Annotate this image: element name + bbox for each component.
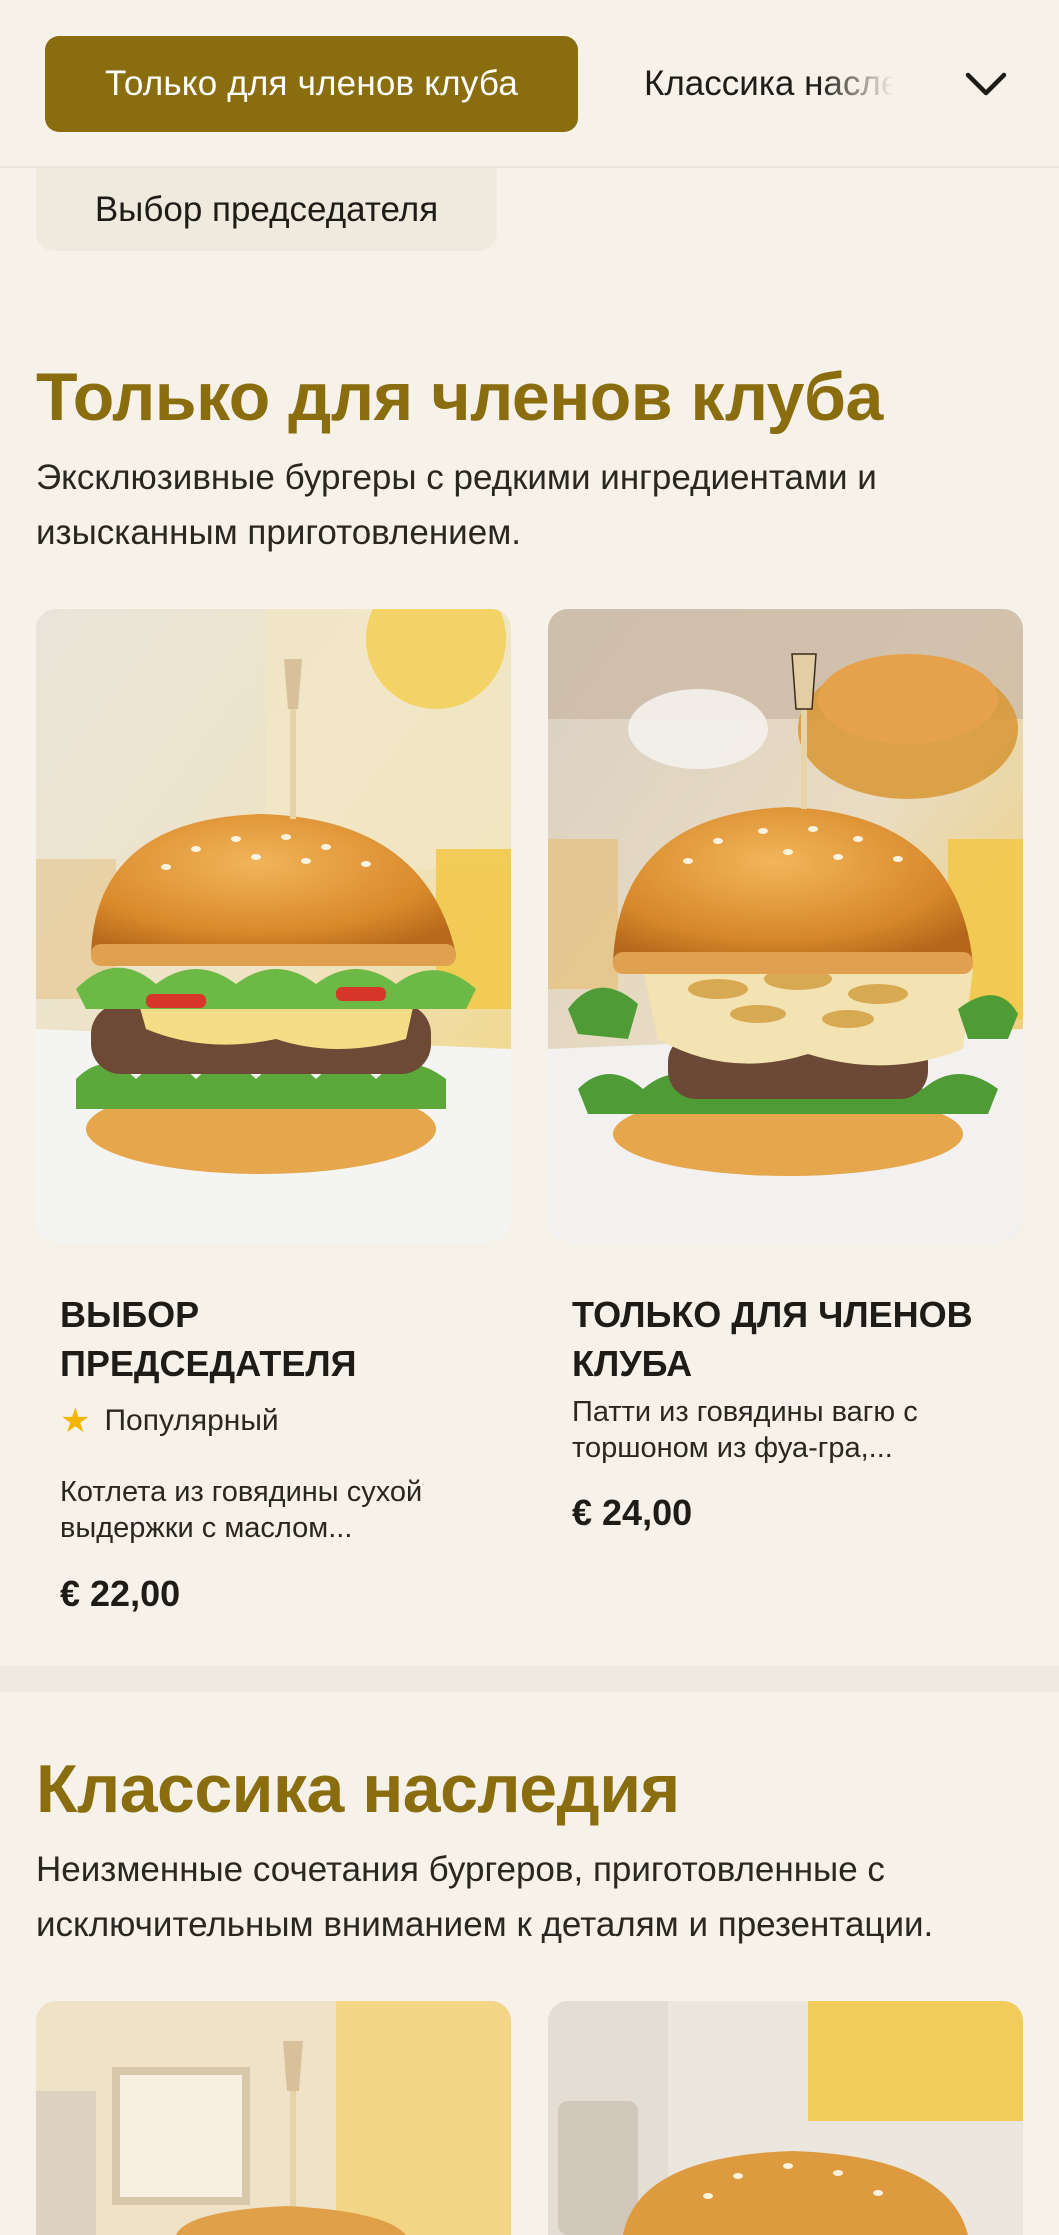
tab-heritage-classics[interactable]: Классика наследия [644,36,894,132]
item-name-chairman[interactable]: ВЫБОР ПРЕДСЕДАТЕЛЯ [60,1290,500,1388]
tab-members-only[interactable]: Только для членов клуба [45,36,578,132]
item-description-chairman: Котлета из говядины сухой выдержки с мас… [60,1476,423,1544]
item-description-members-only: Патти из говядины вагю с торшоном из фуа… [572,1396,918,1464]
section-title-heritage: Классика наследия [36,1751,680,1827]
star-icon: ★ [60,1402,91,1440]
popular-badge-label: Популярный [104,1404,279,1437]
chairman-choice-chip[interactable]: Выбор председателя [36,168,497,251]
section-title-members: Только для членов клуба [36,359,883,435]
burger-image-members-only[interactable] [548,609,1023,1242]
chevron-down-icon[interactable] [958,60,1014,108]
section-divider [0,1666,1059,1692]
category-nav: Только для членов клуба Классика наследи… [0,0,1059,168]
item-price-members-only: € 24,00 [572,1492,693,1533]
popular-badge: ★ Популярный [60,1404,279,1438]
item-price-chairman: € 22,00 [60,1573,181,1614]
burger-image-heritage-2[interactable] [548,2001,1023,2235]
section-description-members: Эксклюзивные бургеры с редкими ингредиен… [36,458,877,552]
burger-image-heritage-1[interactable] [36,2001,511,2235]
section-description-heritage: Неизменные сочетания бургеров, приготовл… [36,1850,934,1944]
burger-image-chairman[interactable] [36,609,511,1242]
item-name-members-only[interactable]: ТОЛЬКО ДЛЯ ЧЛЕНОВ КЛУБА [572,1290,1012,1388]
